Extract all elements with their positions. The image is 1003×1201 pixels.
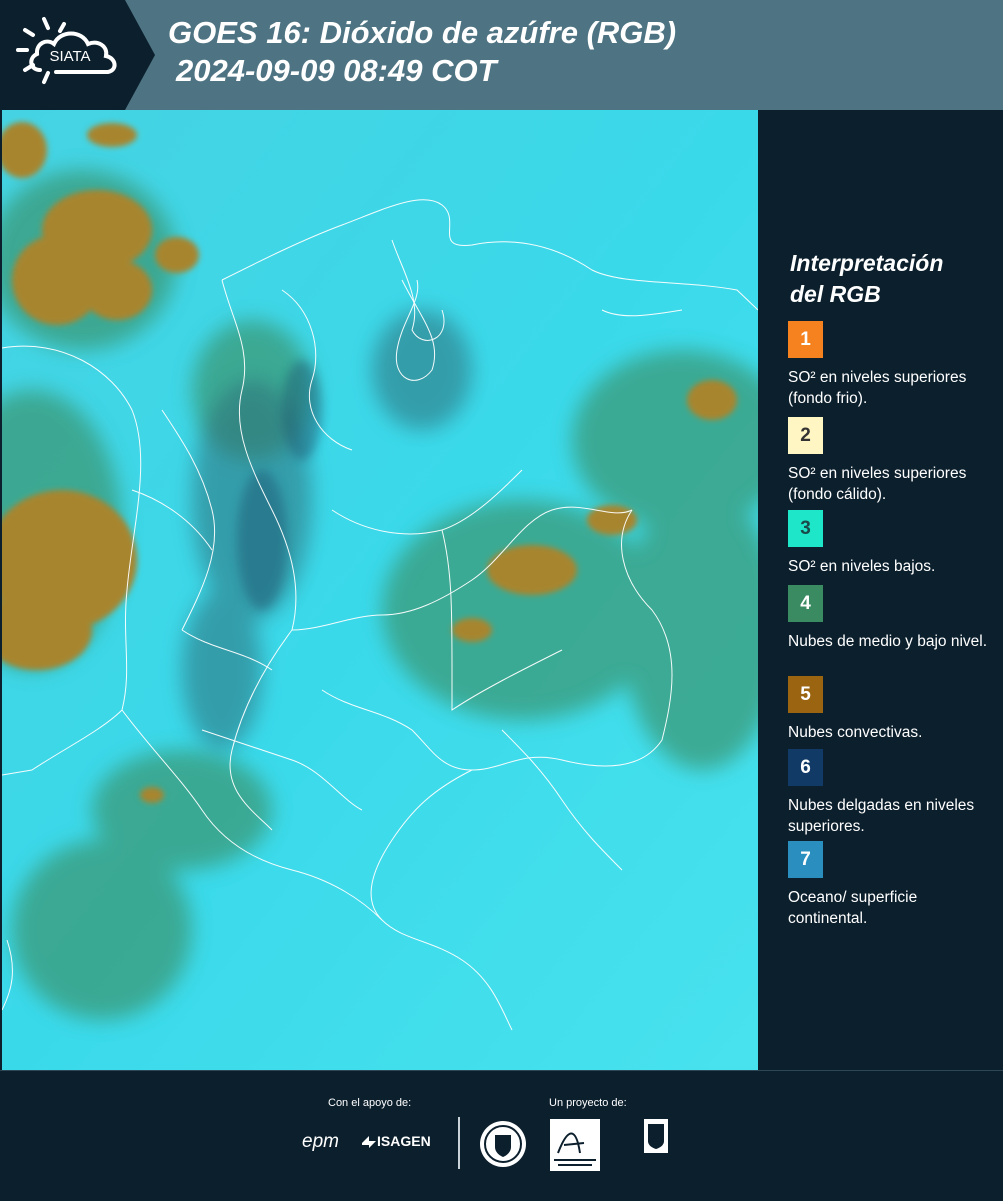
satellite-map <box>2 110 758 1070</box>
legend-number: 4 <box>800 592 811 614</box>
alcaldia-logo <box>612 1119 704 1171</box>
legend-label: SO² en niveles superiores (fondo frio). <box>788 369 967 407</box>
legend-label: Nubes de medio y bajo nivel. <box>788 633 988 650</box>
legend-number: 3 <box>800 517 811 539</box>
legend-panel: Interpretación del RGB 1 SO² en niveles … <box>760 110 1003 1070</box>
legend-label: Nubes convectivas. <box>788 724 923 741</box>
legend-label: SO² en niveles superiores (fondo cálido)… <box>788 465 967 503</box>
legend-number: 2 <box>800 424 811 446</box>
legend-swatch: 1 <box>788 321 823 358</box>
seal-logo <box>478 1119 528 1169</box>
area-metropolitana-logo <box>550 1119 600 1171</box>
legend-item: 1 SO² en niveles superiores (fondo frio)… <box>788 321 998 409</box>
legend-item: 2 SO² en niveles superiores (fondo cálid… <box>788 417 998 505</box>
epm-logo: epm <box>302 1131 339 1152</box>
legend-swatch: 3 <box>788 510 823 547</box>
legend-title-line-2: del RGB <box>790 281 881 307</box>
legend-label: SO² en niveles bajos. <box>788 558 936 575</box>
footer-divider <box>458 1117 460 1169</box>
area-metropolitana-mark-icon <box>550 1119 600 1171</box>
support-label: Con el apoyo de: <box>328 1097 412 1109</box>
legend-number: 7 <box>800 848 811 870</box>
legend-title-line-1: Interpretación <box>790 250 944 276</box>
alcaldia-crest-icon <box>644 1119 668 1153</box>
legend-item: 4 Nubes de medio y bajo nivel. <box>788 585 998 652</box>
legend-title: Interpretación del RGB <box>790 248 990 310</box>
legend-swatch: 2 <box>788 417 823 454</box>
medellin-seal-icon <box>480 1121 526 1167</box>
legend-number: 5 <box>800 683 811 705</box>
legend-item: 7 Oceano/ superficie continental. <box>788 841 998 929</box>
legend-number: 1 <box>800 328 811 350</box>
footer: Con el apoyo de: Un proyecto de: epm ISA… <box>0 1070 1003 1201</box>
legend-item: 6 Nubes delgadas en niveles superiores. <box>788 749 998 837</box>
legend-label: Nubes delgadas en niveles superiores. <box>788 797 975 835</box>
project-label: Un proyecto de: <box>549 1097 627 1109</box>
title-line-2: 2024-09-09 08:49 COT <box>176 53 497 88</box>
legend-label: Oceano/ superficie continental. <box>788 889 918 927</box>
svg-text:SIATA: SIATA <box>49 48 90 65</box>
legend-item: 5 Nubes convectivas. <box>788 676 998 743</box>
page-title: GOES 16: Dióxido de azúfre (RGB) 2024-09… <box>168 14 676 90</box>
legend-number: 6 <box>800 756 811 778</box>
title-line-1: GOES 16: Dióxido de azúfre (RGB) <box>168 15 677 50</box>
legend-item: 3 SO² en niveles bajos. <box>788 510 998 577</box>
legend-swatch: 7 <box>788 841 823 878</box>
legend-swatch: 5 <box>788 676 823 713</box>
header-bar: SIATA GOES 16: Dióxido de azúfre (RGB) 2… <box>0 0 1003 110</box>
isagen-name: ISAGEN <box>377 1133 431 1149</box>
siata-logo: SIATA <box>0 0 155 110</box>
legend-swatch: 4 <box>788 585 823 622</box>
legend-swatch: 6 <box>788 749 823 786</box>
isagen-logo: ISAGEN <box>360 1131 440 1155</box>
